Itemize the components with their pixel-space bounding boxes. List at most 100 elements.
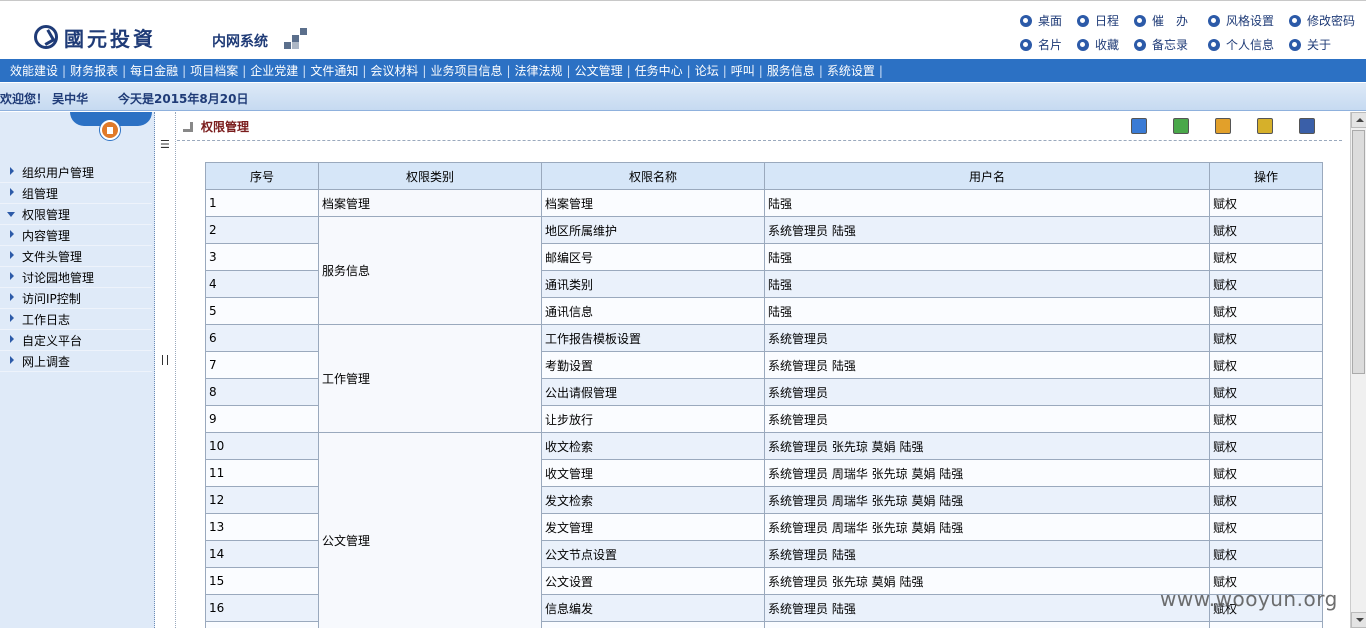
grant-link[interactable] bbox=[1209, 621, 1323, 628]
nav-item[interactable]: 会议材料 bbox=[366, 62, 422, 79]
nav-item[interactable]: 文件通知 bbox=[306, 62, 362, 79]
grant-link[interactable]: 赋权 bbox=[1209, 270, 1323, 298]
column-header[interactable]: 操作 bbox=[1209, 162, 1323, 190]
sidebar-item[interactable]: 工作日志 bbox=[0, 309, 152, 330]
sidebar-item[interactable]: 文件头管理 bbox=[0, 246, 152, 267]
cell-users: 系统管理员 周瑞华 张先琼 莫娟 陆强 bbox=[764, 486, 1210, 514]
grant-link[interactable]: 赋权 bbox=[1209, 297, 1323, 325]
sidebar-item[interactable]: 自定义平台 bbox=[0, 330, 152, 351]
toplink-memo[interactable]: 备忘录 bbox=[1134, 36, 1188, 53]
column-header[interactable]: 用户名 bbox=[764, 162, 1210, 190]
sidebar: 组织用户管理组管理权限管理内容管理文件头管理 讨论园地管理 访问IP控制 工作日志 自定… bbox=[0, 112, 155, 628]
about-icon bbox=[1289, 38, 1301, 51]
back-icon[interactable] bbox=[1215, 118, 1231, 134]
collapse-sidebar-button[interactable] bbox=[100, 120, 120, 140]
caret-right-icon bbox=[10, 251, 14, 259]
cell-permission-name: 地区所属维护 bbox=[541, 216, 765, 244]
toplink-calendar[interactable]: 日程 bbox=[1077, 12, 1119, 29]
cell-users: 陆强 bbox=[764, 270, 1210, 298]
column-header[interactable]: 权限名称 bbox=[541, 162, 765, 190]
cell-permission-name: 收文检索 bbox=[541, 432, 765, 460]
grant-link[interactable]: 赋权 bbox=[1209, 189, 1323, 217]
grant-link[interactable]: 赋权 bbox=[1209, 432, 1323, 460]
scroll-down-button[interactable] bbox=[1351, 612, 1366, 628]
toplink-favorite[interactable]: 收藏 bbox=[1077, 36, 1119, 53]
grant-link[interactable]: 赋权 bbox=[1209, 540, 1323, 568]
caret-right-icon bbox=[10, 230, 14, 238]
nav-item[interactable]: 呼叫 bbox=[727, 62, 759, 79]
nav-item[interactable]: 企业党建 bbox=[246, 62, 302, 79]
logo-mark-icon bbox=[34, 25, 58, 49]
sidebar-item[interactable]: 讨论园地管理 bbox=[0, 267, 152, 288]
nav-item[interactable]: 效能建设 bbox=[6, 62, 62, 79]
column-header[interactable]: 权限类别 bbox=[318, 162, 542, 190]
toplink-about[interactable]: 关于 bbox=[1289, 36, 1331, 53]
system-name: 内网系统 bbox=[212, 34, 268, 50]
toplink-desktop[interactable]: 桌面 bbox=[1020, 12, 1062, 29]
grant-link[interactable]: 赋权 bbox=[1209, 243, 1323, 271]
nav-item[interactable]: 任务中心 bbox=[631, 62, 687, 79]
splitter[interactable] bbox=[155, 112, 176, 628]
grant-link[interactable]: 赋权 bbox=[1209, 216, 1323, 244]
grant-link[interactable]: 赋权 bbox=[1209, 459, 1323, 487]
toplink-theme[interactable]: 风格设置 bbox=[1208, 12, 1274, 29]
sidebar-item-label: 组管理 bbox=[22, 186, 59, 201]
grid-icon[interactable] bbox=[1131, 118, 1147, 134]
sidebar-item[interactable]: 内容管理 bbox=[0, 225, 152, 246]
nav-item[interactable]: 法律法规 bbox=[511, 62, 567, 79]
grant-link[interactable]: 赋权 bbox=[1209, 324, 1323, 352]
splitter-handle-icon[interactable] bbox=[162, 355, 168, 365]
logo: 國元投資 bbox=[34, 23, 156, 51]
grant-link[interactable]: 赋权 bbox=[1209, 405, 1323, 433]
scroll-thumb[interactable] bbox=[1352, 130, 1365, 374]
card-icon bbox=[1020, 38, 1032, 51]
toplink-profile[interactable]: 个人信息 bbox=[1208, 36, 1274, 53]
nav-item[interactable]: 服务信息 bbox=[763, 62, 819, 79]
caret-right-icon bbox=[10, 188, 14, 196]
sidebar-item[interactable]: 组管理 bbox=[0, 183, 152, 204]
cell-users: 系统管理员 陆强 bbox=[764, 594, 1210, 622]
nav-item[interactable]: 论坛 bbox=[691, 62, 723, 79]
nav-item[interactable]: 每日金融 bbox=[126, 62, 182, 79]
help-icon[interactable] bbox=[1257, 118, 1273, 134]
cell-no: 16 bbox=[205, 594, 319, 622]
cell-category: 工作管理 bbox=[318, 324, 542, 433]
cell-no: 2 bbox=[205, 216, 319, 244]
sidebar-item-label: 内容管理 bbox=[22, 228, 71, 243]
toplink-urge[interactable]: 催 办 bbox=[1134, 12, 1188, 29]
sidebar-item[interactable]: 组织用户管理 bbox=[0, 162, 152, 183]
cell-no: 11 bbox=[205, 459, 319, 487]
nav-item[interactable]: 系统设置 bbox=[823, 62, 879, 79]
toplink-password[interactable]: 修改密码 bbox=[1289, 12, 1355, 29]
nav-item[interactable]: 项目档案 bbox=[186, 62, 242, 79]
cell-permission-name: 考勤设置 bbox=[541, 351, 765, 379]
scroll-up-button[interactable] bbox=[1351, 112, 1366, 128]
toplink-card[interactable]: 名片 bbox=[1020, 36, 1062, 53]
cell-permission-name: 收文管理 bbox=[541, 459, 765, 487]
nav-item[interactable]: 财务报表 bbox=[66, 62, 122, 79]
cell-users: 陆强 bbox=[764, 189, 1210, 217]
cell-users: 陆强 bbox=[764, 243, 1210, 271]
sidebar-item[interactable]: 访问IP控制 bbox=[0, 288, 152, 309]
theme-icon bbox=[1208, 14, 1220, 27]
refresh-icon[interactable] bbox=[1173, 118, 1189, 134]
table-row: 6 工作管理 工作报告模板设置 系统管理员 赋权 bbox=[205, 324, 1323, 433]
nav-item[interactable]: 公文管理 bbox=[571, 62, 627, 79]
grant-link[interactable]: 赋权 bbox=[1209, 351, 1323, 379]
menu-toggle-icon[interactable]: ☰ bbox=[160, 138, 170, 151]
cell-users: 系统管理员 bbox=[764, 378, 1210, 406]
cell-users: 系统管理员 周瑞华 张先琼 莫娟 陆强 bbox=[764, 513, 1210, 541]
nav-item[interactable]: 业务项目信息 bbox=[426, 62, 506, 79]
sidebar-item[interactable]: 网上调查 bbox=[0, 351, 152, 372]
grant-link[interactable]: 赋权 bbox=[1209, 378, 1323, 406]
grant-link[interactable]: 赋权 bbox=[1209, 486, 1323, 514]
sidebar-item[interactable]: 权限管理 bbox=[0, 204, 152, 225]
column-header[interactable]: 序号 bbox=[205, 162, 319, 190]
book-icon[interactable] bbox=[1299, 118, 1315, 134]
caret-right-icon bbox=[10, 272, 14, 280]
cell-permission-name: 信息编发 bbox=[541, 594, 765, 622]
grant-link[interactable]: 赋权 bbox=[1209, 513, 1323, 541]
urge-icon bbox=[1134, 14, 1146, 27]
vertical-scrollbar[interactable] bbox=[1350, 112, 1366, 628]
cell-no: 8 bbox=[205, 378, 319, 406]
